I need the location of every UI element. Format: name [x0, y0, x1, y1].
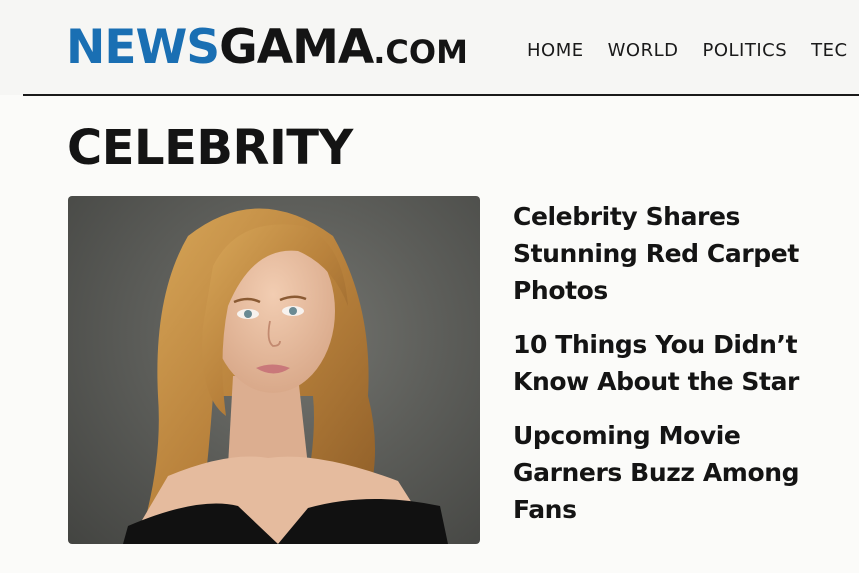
headline-link[interactable]: Celebrity Shares Stunning Red Carpet Pho… [513, 198, 843, 309]
nav-item-home[interactable]: HOME [527, 40, 584, 61]
header-divider [23, 94, 859, 96]
portrait-photo-icon [123, 208, 448, 544]
site-logo[interactable]: NEWSGAMA.COM [66, 22, 468, 78]
section-title: CELEBRITY [67, 120, 353, 176]
headline-list: Celebrity Shares Stunning Red Carpet Pho… [513, 198, 843, 545]
featured-photo[interactable] [68, 196, 480, 544]
site-header: NEWSGAMA.COM HOME WORLD POLITICS TEC [0, 0, 859, 95]
logo-news: NEWS [66, 20, 220, 75]
main-nav: HOME WORLD POLITICS TEC [527, 40, 859, 61]
headline-link[interactable]: Upcoming Movie Garners Buzz Among Fans [513, 417, 843, 528]
headline-link[interactable]: 10 Things You Didn’t Know About the Star [513, 326, 843, 400]
logo-gama: GAMA [219, 20, 374, 75]
nav-item-world[interactable]: WORLD [608, 40, 679, 61]
nav-item-tech[interactable]: TEC [811, 40, 847, 61]
logo-suffix: .COM [373, 33, 468, 71]
nav-item-politics[interactable]: POLITICS [702, 40, 787, 61]
